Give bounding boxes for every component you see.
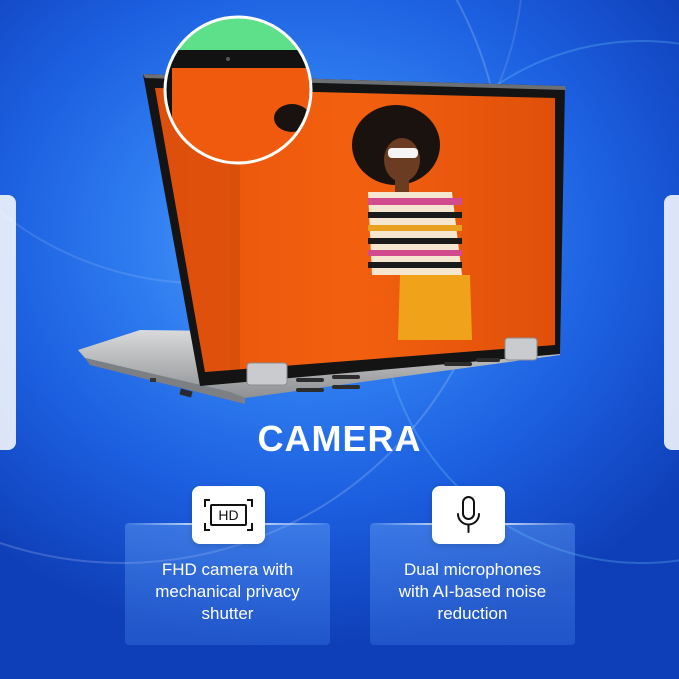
hinge-left [246, 362, 288, 386]
feature-line: reduction [437, 604, 508, 623]
feature-line: mechanical privacy [155, 582, 300, 601]
hinge-right [504, 337, 538, 361]
hd-camera-icon: HD [192, 486, 265, 544]
feature-line: FHD camera with [161, 560, 294, 579]
microphone-icon [432, 486, 505, 544]
section-headline: CAMERA [257, 418, 422, 459]
feature-line: shutter [201, 604, 254, 623]
hd-label: HD [218, 507, 238, 523]
feature-description: FHD camera with mechanical privacy shutt… [125, 559, 330, 625]
feature-line: with AI-based noise [398, 582, 547, 601]
laptop-image [78, 15, 566, 404]
feature-description: Dual microphones with AI-based noise red… [370, 559, 575, 625]
product-banner: CAMERA FHD camera with mechanical privac… [0, 0, 679, 679]
feature-line: Dual microphones [403, 560, 541, 579]
